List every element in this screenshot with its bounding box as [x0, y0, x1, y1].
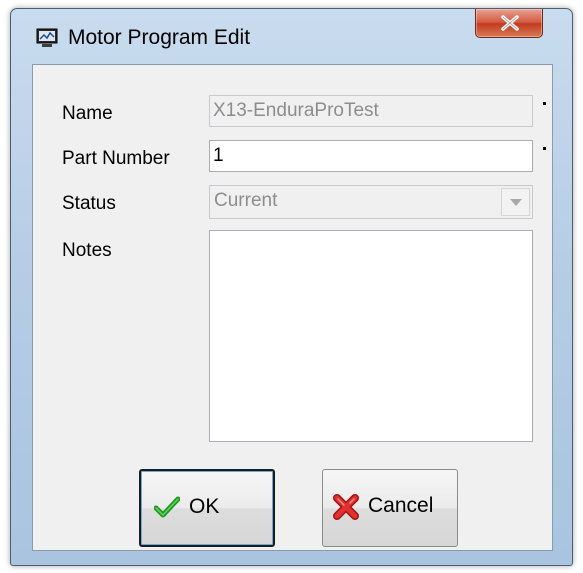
checkmark-icon — [153, 495, 181, 522]
ok-button[interactable]: OK — [139, 469, 275, 547]
cancel-label: Cancel — [368, 494, 434, 517]
notes-textarea[interactable] — [209, 230, 533, 442]
dialog-client-area: Name Part Number Status Current Notes — [32, 64, 553, 551]
status-select[interactable]: Current — [209, 185, 533, 219]
red-x-icon — [332, 494, 360, 523]
part-number-field[interactable] — [209, 140, 533, 172]
title-bar[interactable]: Motor Program Edit — [11, 9, 572, 64]
name-field[interactable] — [209, 95, 533, 127]
close-icon — [501, 15, 519, 31]
name-label: Name — [62, 103, 113, 124]
close-button[interactable] — [475, 9, 543, 38]
status-label: Status — [62, 193, 116, 214]
window-title: Motor Program Edit — [68, 26, 251, 49]
part-number-label: Part Number — [62, 148, 170, 169]
status-value: Current — [214, 190, 278, 211]
ok-label: OK — [189, 495, 220, 518]
dialog-window: Motor Program Edit Name Part Number Stat… — [10, 8, 573, 566]
notes-label: Notes — [62, 240, 112, 261]
cancel-button[interactable]: Cancel — [322, 469, 458, 547]
dropdown-button[interactable] — [501, 188, 530, 216]
required-marker — [543, 102, 546, 105]
required-marker — [543, 147, 546, 150]
monitor-icon — [36, 28, 58, 48]
chevron-down-icon — [510, 199, 522, 206]
